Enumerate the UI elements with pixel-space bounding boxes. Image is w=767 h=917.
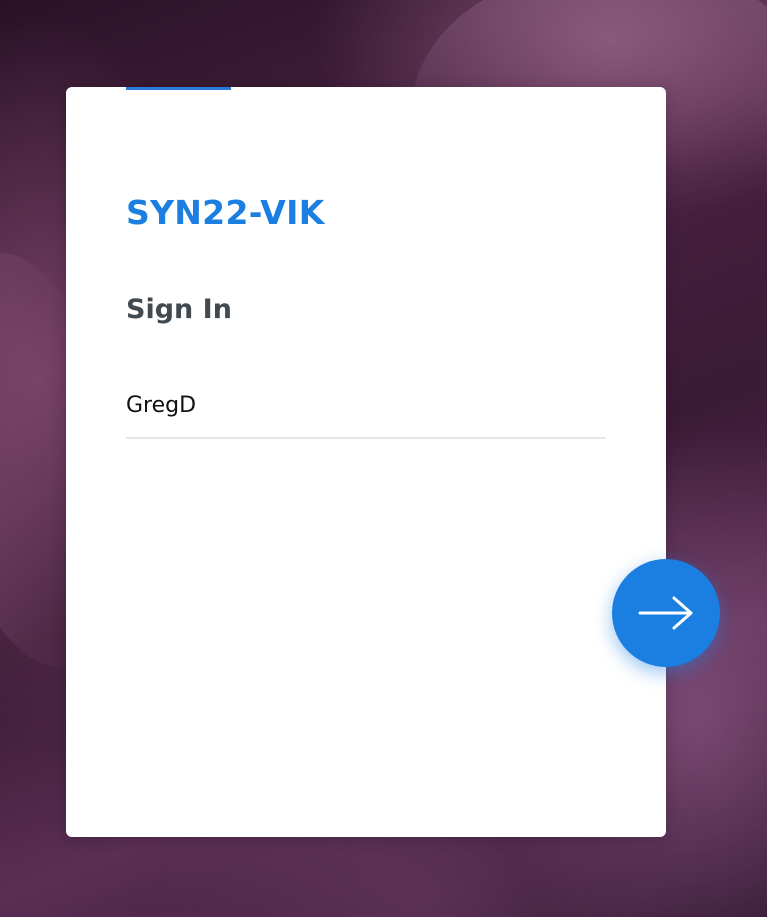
card-accent-bar [126, 87, 231, 90]
username-field[interactable] [126, 377, 606, 439]
server-name: SYN22-VIK [126, 193, 325, 232]
next-button[interactable] [612, 559, 720, 667]
sign-in-title: Sign In [126, 294, 232, 325]
login-card: SYN22-VIK Sign In [66, 87, 666, 837]
username-input[interactable] [126, 385, 606, 425]
arrow-right-icon [638, 596, 693, 630]
